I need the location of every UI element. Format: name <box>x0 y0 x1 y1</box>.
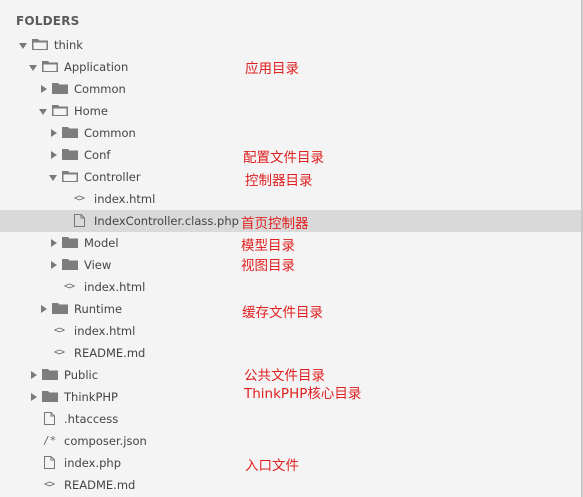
code-file-icon: <> <box>54 325 65 336</box>
chevron-right-icon[interactable] <box>28 386 38 408</box>
annotation-view: 视图目录 <box>241 258 295 274</box>
chevron-right-icon[interactable] <box>48 144 58 166</box>
folders-header: FOLDERS <box>16 14 80 28</box>
tree-item-application-readme[interactable]: <> README.md <box>0 342 581 364</box>
annotation-thinkphp: ThinkPHP核心目录 <box>244 386 362 402</box>
tree-item-label: README.md <box>74 346 146 360</box>
tree-item-label: Runtime <box>74 302 123 316</box>
tree-item-home-index-html[interactable]: <> index.html <box>0 276 581 298</box>
folder-icon <box>62 254 78 276</box>
tree-item-label: index.html <box>94 192 156 206</box>
tree-item-readme[interactable]: <> README.md <box>0 474 581 496</box>
folder-icon <box>62 232 78 254</box>
tree-item-label: Common <box>74 82 126 96</box>
chevron-down-icon[interactable] <box>28 56 38 78</box>
tree-item-label: Application <box>64 60 129 74</box>
tree-item-label: Conf <box>84 148 111 162</box>
chevron-right-icon[interactable] <box>48 232 58 254</box>
annotation-public: 公共文件目录 <box>244 368 325 384</box>
chevron-down-icon[interactable] <box>18 34 28 56</box>
tree-item-label: README.md <box>64 478 136 492</box>
comment-file-icon: /* <box>43 434 57 447</box>
tree-item-common[interactable]: Common <box>0 78 581 100</box>
tree-item-home-common[interactable]: Common <box>0 122 581 144</box>
tree-item-label: Controller <box>84 170 141 184</box>
sidebar-panel: FOLDERS think Application Common Home Co… <box>0 0 583 497</box>
folder-open-icon <box>62 166 78 188</box>
chevron-right-icon[interactable] <box>28 364 38 386</box>
annotation-conf: 配置文件目录 <box>243 150 324 166</box>
folder-icon <box>52 298 68 320</box>
tree-item-label: Model <box>84 236 119 250</box>
tree-item-label: Common <box>84 126 136 140</box>
tree-item-label: IndexController.class.php <box>94 214 239 228</box>
folder-open-icon <box>32 34 48 56</box>
file-icon <box>44 408 60 430</box>
code-file-icon: <> <box>74 193 85 204</box>
tree-item-application-index-html[interactable]: <> index.html <box>0 320 581 342</box>
folder-icon <box>42 364 58 386</box>
annotation-index-controller: 首页控制器 <box>241 216 309 232</box>
folder-icon <box>52 78 68 100</box>
annotation-runtime: 缓存文件目录 <box>242 305 323 321</box>
annotation-index-php: 入口文件 <box>245 458 299 474</box>
file-icon <box>44 452 60 474</box>
chevron-right-icon[interactable] <box>48 122 58 144</box>
chevron-down-icon[interactable] <box>38 100 48 122</box>
tree-item-composer-json[interactable]: /* composer.json <box>0 430 581 452</box>
chevron-down-icon[interactable] <box>48 166 58 188</box>
code-file-icon: <> <box>54 347 65 358</box>
tree-item-think[interactable]: think <box>0 34 581 56</box>
annotation-controller: 控制器目录 <box>245 173 313 189</box>
chevron-right-icon[interactable] <box>48 254 58 276</box>
tree-item-label: composer.json <box>64 434 147 448</box>
chevron-right-icon[interactable] <box>38 298 48 320</box>
chevron-right-icon[interactable] <box>38 78 48 100</box>
tree-item-home[interactable]: Home <box>0 100 581 122</box>
code-file-icon: <> <box>44 479 55 490</box>
folder-icon <box>62 122 78 144</box>
tree-item-label: ThinkPHP <box>64 390 118 404</box>
folder-open-icon <box>52 100 68 122</box>
tree-item-controller-index-html[interactable]: <> index.html <box>0 188 581 210</box>
tree-item-label: View <box>84 258 112 272</box>
tree-item-htaccess[interactable]: .htaccess <box>0 408 581 430</box>
tree-item-label: Home <box>74 104 108 118</box>
tree-item-label: index.html <box>74 324 136 338</box>
folder-icon <box>42 386 58 408</box>
annotation-model: 模型目录 <box>241 238 295 254</box>
tree-item-label: index.html <box>84 280 146 294</box>
code-file-icon: <> <box>64 281 75 292</box>
tree-item-label: Public <box>64 368 99 382</box>
folder-icon <box>62 144 78 166</box>
tree-item-label: index.php <box>64 456 122 470</box>
file-icon <box>74 210 90 232</box>
annotation-application: 应用目录 <box>245 61 299 77</box>
tree-item-label: .htaccess <box>64 412 119 426</box>
tree-item-label: think <box>54 38 83 52</box>
folder-open-icon <box>42 56 58 78</box>
